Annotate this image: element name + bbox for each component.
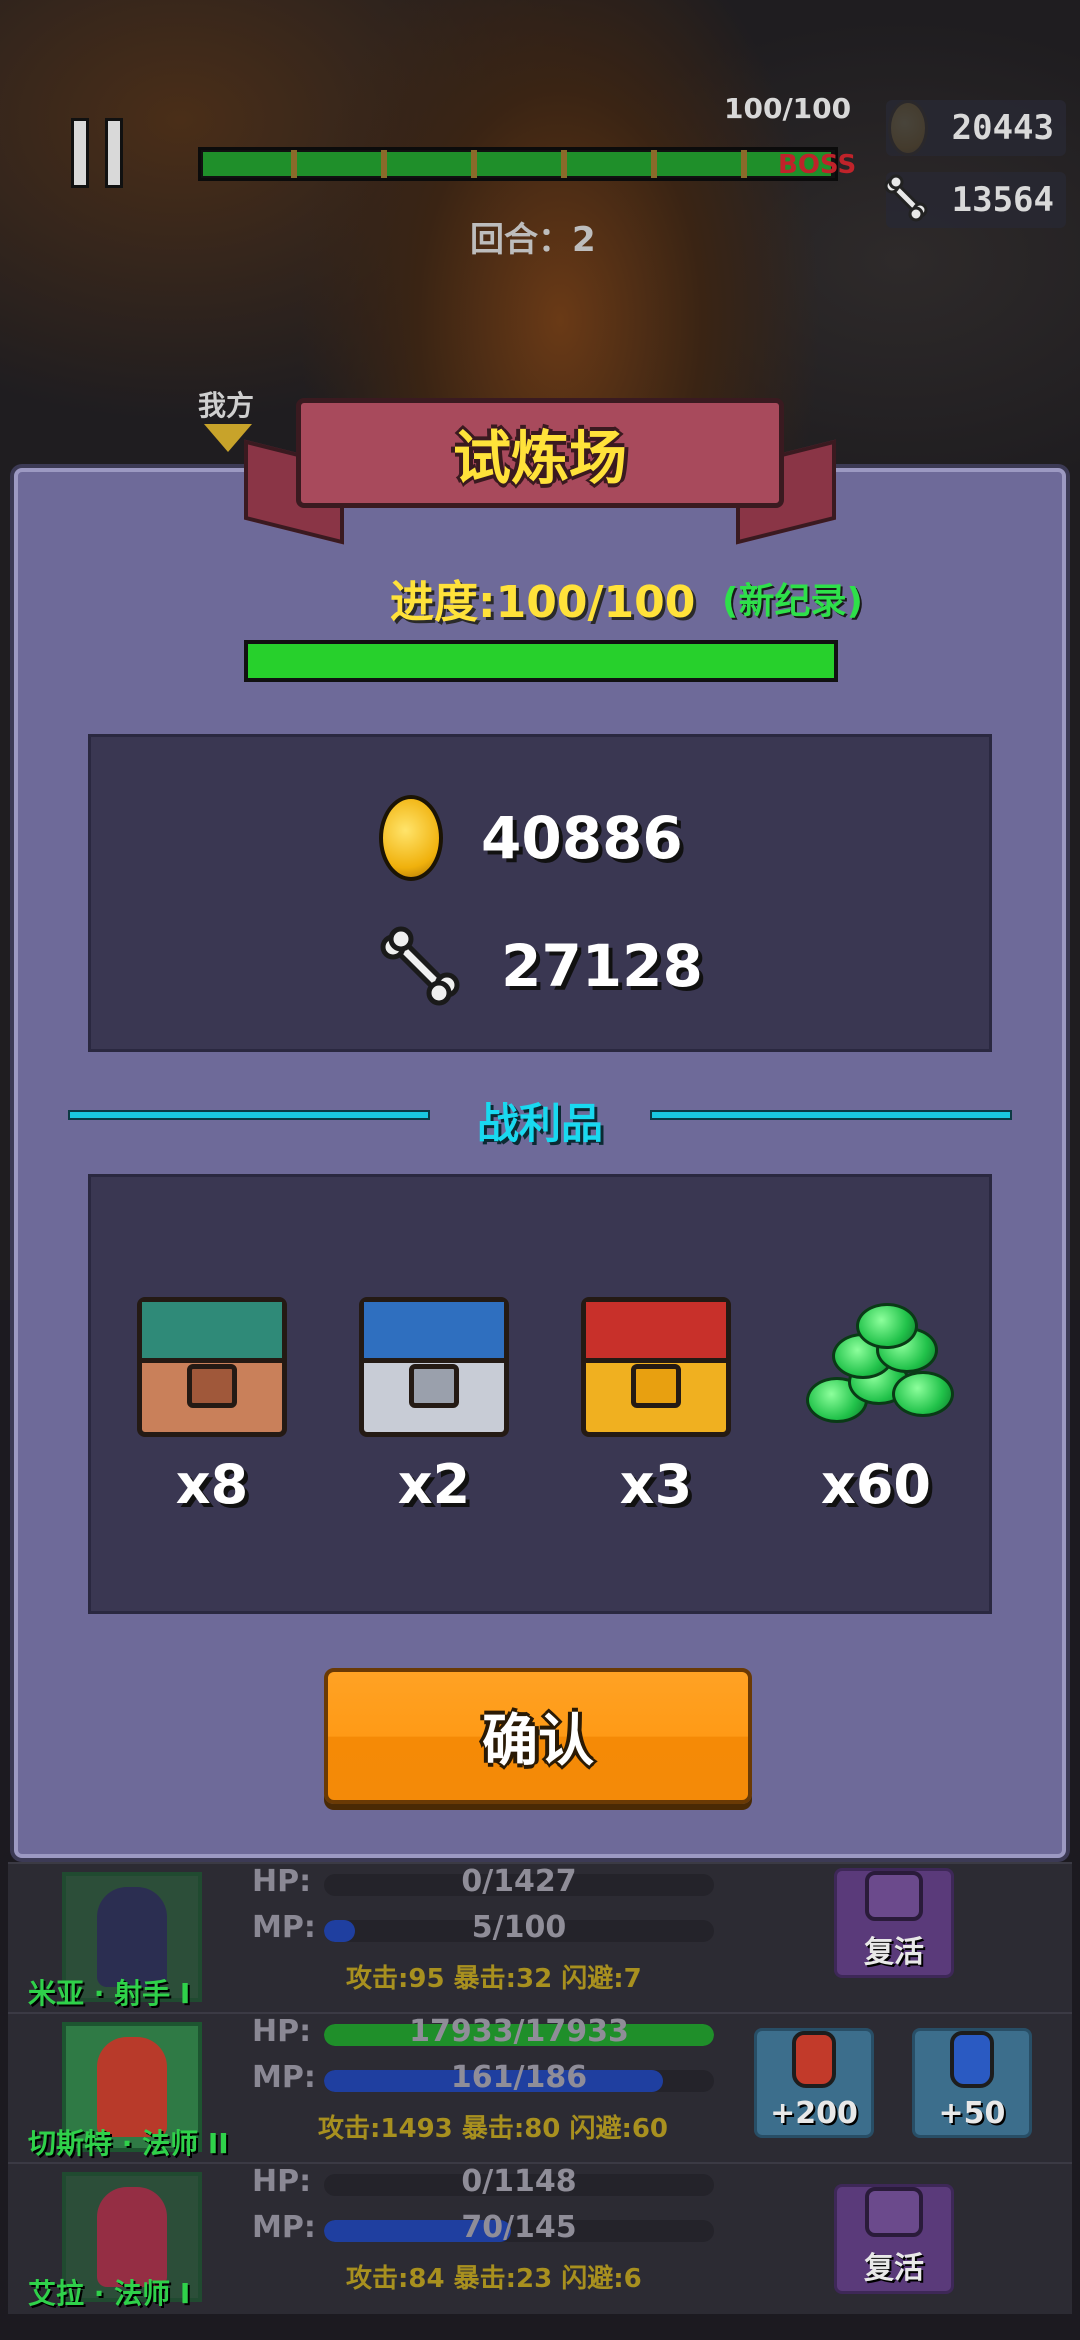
new-record-label: (新纪录): [722, 581, 863, 622]
confirm-button[interactable]: 确认: [324, 1668, 752, 1804]
revive-gem-icon: [865, 1871, 923, 1921]
progress-label: 进度:100/100: [390, 577, 696, 628]
loot-count: x2: [397, 1453, 471, 1516]
bronze-chest-icon: [137, 1297, 287, 1437]
revive-gem-icon: [865, 2187, 923, 2237]
hero-row: 米亚 · 射手 I HP: 0/1427 MP: 5/100 攻击:95 暴击:…: [8, 1862, 1072, 2014]
mp-value: 161/186: [450, 2060, 588, 2095]
progress-bar: [244, 640, 838, 682]
dialog-title: 试炼场: [452, 424, 627, 492]
gold-reward: 40886: [91, 795, 989, 881]
emerald-pile-icon: [796, 1297, 956, 1437]
silver-chest-icon: [359, 1297, 509, 1437]
bone-icon: [884, 174, 928, 222]
loot-item: x3: [571, 1297, 741, 1516]
round-counter: 回合：2: [470, 220, 596, 260]
boss-hp-bar: [198, 147, 838, 181]
loot-panel: x8 x2 x3 x60: [88, 1174, 992, 1614]
bone-count: 13564: [951, 180, 1054, 220]
hp-value: 17933/17933: [409, 2014, 629, 2049]
currency-rewards-panel: 40886 27128: [88, 734, 992, 1052]
hero-name: 米亚 · 射手 I: [28, 1977, 191, 2010]
hp-potion-icon: [792, 2031, 836, 2088]
gold-coin-icon: [379, 795, 443, 881]
divider-right: [650, 1110, 1012, 1120]
boss-hp-text: 100/100: [724, 92, 852, 125]
hero-stats: 攻击:84 暴击:23 闪避:6: [346, 2264, 642, 2294]
progress-fill: [248, 644, 834, 678]
hero-name: 艾拉 · 法师 I: [28, 2277, 191, 2310]
pause-button[interactable]: [62, 118, 132, 192]
hero-name: 切斯特 · 法师 II: [28, 2127, 229, 2160]
loot-item: x8: [127, 1297, 297, 1516]
loot-title: 战利品: [476, 1099, 603, 1148]
hero-row: 艾拉 · 法师 I HP: 0/1148 MP: 70/145 攻击:84 暴击…: [8, 2162, 1072, 2314]
hero-row: 切斯特 · 法师 II HP: 17933/17933 MP: 161/186 …: [8, 2012, 1072, 2164]
mp-value: 5/100: [471, 1910, 567, 1945]
hp-value: 0/1148: [461, 2164, 577, 2199]
mp-value: 70/145: [461, 2210, 577, 2245]
mp-potion-button[interactable]: +50: [912, 2028, 1032, 2138]
bone-icon: [380, 926, 460, 1006]
hp-potion-button[interactable]: +200: [754, 2028, 874, 2138]
gold-reward-value: 40886: [481, 804, 683, 872]
gold-chest-icon: [581, 1297, 731, 1437]
loot-item: x2: [349, 1297, 519, 1516]
loot-count: x60: [821, 1453, 931, 1516]
loot-count: x3: [619, 1453, 693, 1516]
bone-reward: 27128: [91, 923, 989, 1009]
hero-stats: 攻击:95 暴击:32 闪避:7: [346, 1964, 642, 1994]
loot-count: x8: [175, 1453, 249, 1516]
revive-button[interactable]: 复活: [834, 1868, 954, 1978]
title-ribbon: 试炼场: [296, 398, 784, 508]
divider-left: [68, 1110, 430, 1120]
boss-label: BOSS: [778, 150, 857, 180]
hero-stats: 攻击:1493 暴击:80 闪避:60: [318, 2114, 669, 2144]
pause-icon: [71, 118, 89, 188]
revive-button[interactable]: 复活: [834, 2184, 954, 2294]
hp-value: 0/1427: [461, 1864, 577, 1899]
bone-counter: 13564: [884, 172, 1066, 228]
gold-counter: 20443: [886, 100, 1066, 156]
mp-potion-icon: [950, 2031, 994, 2088]
loot-item: x60: [791, 1297, 961, 1516]
bone-reward-value: 27128: [501, 932, 703, 1000]
ally-tag: 我方: [198, 389, 255, 422]
